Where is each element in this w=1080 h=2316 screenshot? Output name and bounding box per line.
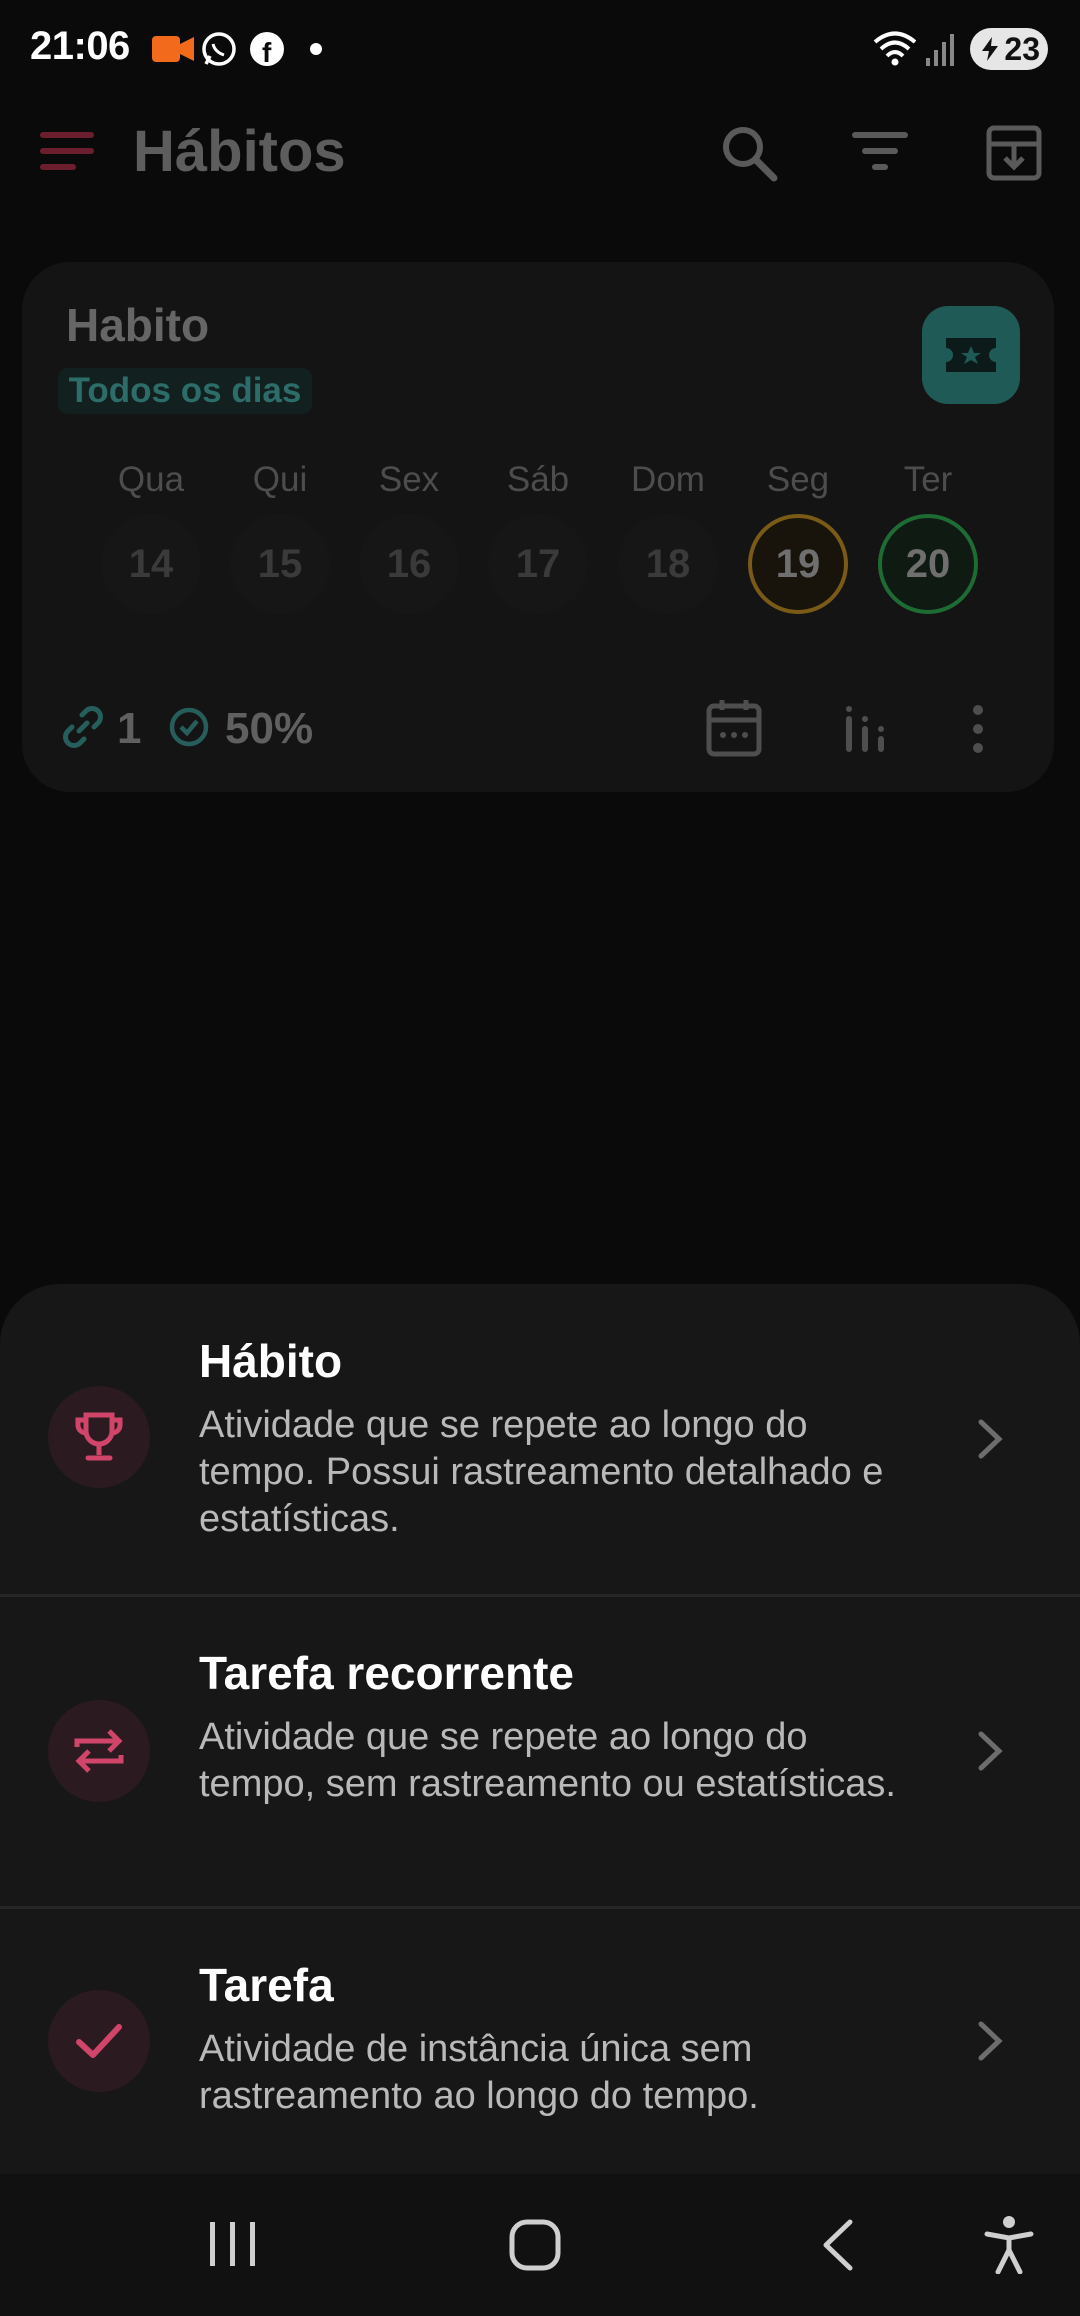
day-number[interactable]: 15 <box>230 514 330 614</box>
option-icon-bg <box>48 1386 150 1488</box>
divider <box>0 1906 1080 1909</box>
whatsapp-icon <box>202 32 236 66</box>
chevron-right-icon <box>978 2021 1003 2061</box>
day-number[interactable]: 20 <box>878 514 978 614</box>
signal-icon <box>926 34 954 66</box>
svg-text:f: f <box>262 37 272 67</box>
recent-apps-icon[interactable] <box>208 2220 258 2268</box>
battery-level: 23 <box>1004 30 1040 67</box>
habit-icon-button[interactable] <box>922 306 1020 404</box>
check-icon <box>76 2024 122 2058</box>
frequency-badge: Todos os dias <box>58 368 312 414</box>
calendar-icon[interactable] <box>706 698 762 758</box>
option-description: Atividade que se repete ao longo do temp… <box>199 1716 896 1805</box>
filter-icon[interactable] <box>852 132 908 172</box>
completion-percent: 50% <box>225 704 314 753</box>
day-label: Sex <box>378 460 440 499</box>
video-camera-icon <box>152 36 194 62</box>
facebook-icon: f <box>250 32 284 67</box>
day-label: Qui <box>252 460 308 499</box>
day-number[interactable]: 17 <box>488 514 588 614</box>
option-title: Tarefa <box>199 1959 334 2011</box>
day-number[interactable]: 19 <box>748 514 848 614</box>
chevron-right-icon <box>978 1419 1003 1459</box>
notification-dot <box>310 43 322 55</box>
check-circle-icon <box>169 707 209 747</box>
option-icon-bg <box>48 1990 150 2092</box>
day-column[interactable]: Dom 18 <box>616 460 720 614</box>
option-description: Atividade que se repete ao longo do temp… <box>199 1404 884 1540</box>
habit-title: Habito <box>66 299 210 351</box>
trophy-icon <box>75 1412 123 1461</box>
status-bar: 21:06 f 23 <box>0 0 1080 100</box>
more-options-icon[interactable] <box>966 704 990 754</box>
day-number[interactable]: 16 <box>359 514 459 614</box>
ticket-icon <box>946 338 996 372</box>
archive-download-icon[interactable] <box>986 124 1042 182</box>
stats-icon[interactable] <box>844 706 890 752</box>
day-label: Seg <box>766 460 830 499</box>
back-icon[interactable] <box>818 2218 858 2272</box>
day-column[interactable]: Qui 15 <box>228 460 332 614</box>
option-title: Hábito <box>199 1335 343 1387</box>
menu-icon[interactable] <box>40 132 94 172</box>
day-column[interactable]: Ter 20 <box>876 460 980 614</box>
option-description: Atividade de instância única sem rastrea… <box>199 2028 759 2117</box>
day-number[interactable]: 14 <box>101 514 201 614</box>
search-icon[interactable] <box>720 124 778 182</box>
battery-indicator: 23 <box>970 28 1048 70</box>
wifi-icon <box>873 31 917 66</box>
day-label: Qua <box>117 460 185 499</box>
charging-icon <box>982 37 999 61</box>
home-icon[interactable] <box>508 2218 562 2272</box>
page-title: Hábitos <box>133 119 346 184</box>
divider <box>0 1594 1080 1597</box>
status-time: 21:06 <box>30 24 130 68</box>
link-icon <box>63 706 103 748</box>
day-label: Ter <box>903 460 953 499</box>
accessibility-icon[interactable] <box>984 2214 1034 2274</box>
link-count: 1 <box>117 704 142 753</box>
day-number[interactable]: 18 <box>618 514 718 614</box>
day-column[interactable]: Qua 14 <box>99 460 203 614</box>
day-column[interactable]: Sex 16 <box>357 460 461 614</box>
chevron-right-icon <box>978 1731 1003 1771</box>
option-icon-bg <box>48 1700 150 1802</box>
option-title: Tarefa recorrente <box>199 1647 574 1699</box>
repeat-icon <box>74 1729 124 1773</box>
day-label: Dom <box>631 460 705 499</box>
day-column[interactable]: Seg 19 <box>746 460 850 614</box>
day-column[interactable]: Sáb 17 <box>486 460 590 614</box>
day-label: Sáb <box>506 460 570 499</box>
